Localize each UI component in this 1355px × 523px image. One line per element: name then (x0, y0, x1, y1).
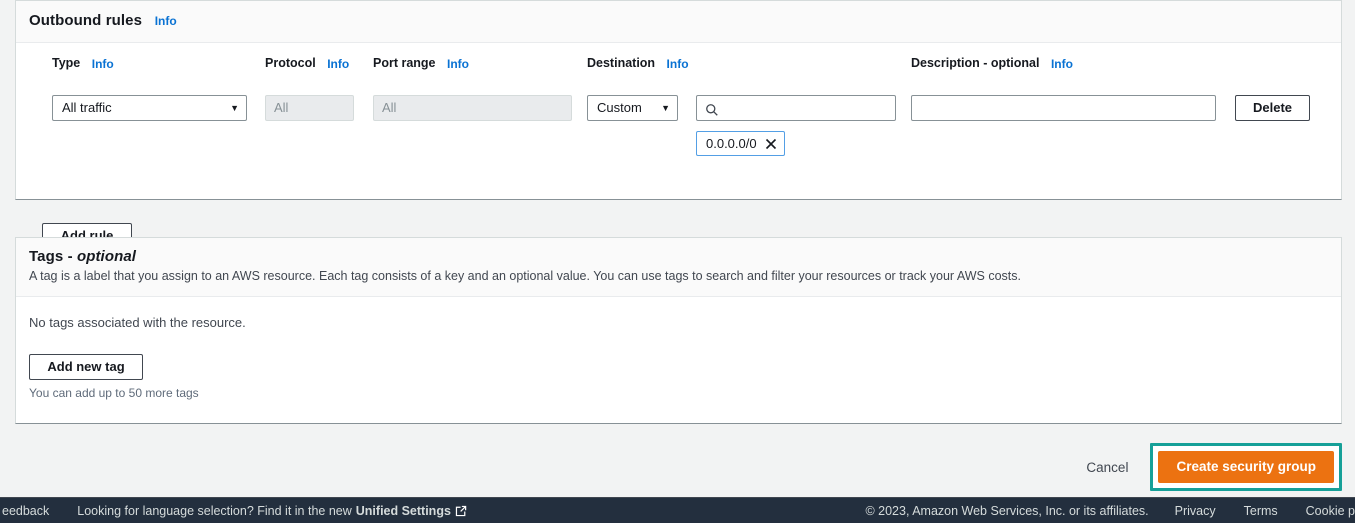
column-header-type: Type Info (52, 56, 114, 71)
tags-title-row: Tags - optional (29, 248, 1328, 265)
destination-search-input[interactable] (696, 95, 896, 122)
terms-link[interactable]: Terms (1244, 504, 1278, 518)
copyright-text: © 2023, Amazon Web Services, Inc. or its… (865, 503, 1149, 518)
language-notice: Looking for language selection? Find it … (77, 504, 467, 518)
search-icon (705, 101, 719, 125)
cancel-button[interactable]: Cancel (1076, 454, 1138, 481)
destination-kind-value: Custom (597, 100, 642, 116)
tags-title-text: Tags - (29, 248, 77, 266)
footer-right: © 2023, Amazon Web Services, Inc. or its… (865, 504, 1355, 518)
port-range-value: All (382, 100, 397, 116)
create-security-group-button[interactable]: Create security group (1158, 451, 1334, 483)
close-icon[interactable] (765, 138, 777, 150)
tags-card: Tags - optional A tag is a label that yo… (15, 237, 1342, 424)
outbound-rules-info-link[interactable]: Info (155, 14, 177, 28)
delete-rule-button[interactable]: Delete (1235, 95, 1310, 122)
submit-highlight-ring: Create security group (1150, 443, 1342, 491)
external-link-icon[interactable] (455, 505, 467, 517)
outbound-rules-title: Outbound rules (29, 12, 143, 30)
tags-body: No tags associated with the resource. Ad… (16, 297, 1341, 413)
form-action-bar: Cancel Create security group (0, 437, 1355, 497)
unified-settings-link[interactable]: Unified Settings (356, 504, 451, 518)
column-header-description: Description - optional Info (911, 56, 1073, 71)
cookie-preferences-link[interactable]: Cookie p (1306, 504, 1355, 518)
destination-kind-select[interactable]: Custom ▼ (587, 95, 678, 122)
protocol-info-link[interactable]: Info (327, 57, 349, 71)
type-select[interactable]: All traffic ▼ (52, 95, 247, 122)
column-header-type-label: Type (52, 56, 81, 71)
tags-header: Tags - optional A tag is a label that yo… (16, 238, 1341, 297)
chevron-down-icon: ▼ (230, 102, 239, 113)
type-info-link[interactable]: Info (92, 57, 114, 71)
column-header-protocol: Protocol Info (265, 56, 349, 71)
column-header-port-range-label: Port range (373, 56, 436, 71)
column-header-protocol-label: Protocol (265, 56, 316, 71)
outbound-rules-grid: Type Info Protocol Info Port range Info … (29, 56, 1328, 250)
port-range-input: All (373, 95, 572, 122)
tags-description: A tag is a label that you assign to an A… (29, 269, 1021, 284)
footer-left: eedback Looking for language selection? … (0, 504, 865, 518)
description-info-link[interactable]: Info (1051, 57, 1073, 71)
port-range-info-link[interactable]: Info (447, 57, 469, 71)
protocol-input: All (265, 95, 354, 122)
column-header-destination: Destination Info (587, 56, 689, 71)
tags-limit-hint: You can add up to 50 more tags (29, 385, 199, 400)
description-input[interactable] (911, 95, 1216, 122)
outbound-rules-body: Type Info Protocol Info Port range Info … (16, 43, 1341, 250)
privacy-link[interactable]: Privacy (1175, 504, 1216, 518)
outbound-rules-card: Outbound rules Info Type Info Protocol I… (15, 0, 1342, 250)
column-header-destination-label: Destination (587, 56, 656, 71)
tags-empty-message: No tags associated with the resource. (29, 314, 246, 330)
chevron-down-icon: ▼ (661, 102, 670, 113)
destination-info-link[interactable]: Info (667, 57, 689, 71)
tags-title-optional: optional (76, 248, 137, 266)
type-select-value: All traffic (62, 100, 112, 116)
tags-title: Tags - optional (29, 248, 136, 265)
page-footer: eedback Looking for language selection? … (0, 497, 1355, 523)
feedback-link[interactable]: eedback (0, 504, 57, 518)
column-header-port-range: Port range Info (373, 56, 469, 71)
protocol-value: All (274, 100, 289, 116)
destination-token[interactable]: 0.0.0.0/0 (696, 131, 785, 157)
column-header-description-label: Description - optional (911, 56, 1040, 71)
destination-token-label: 0.0.0.0/0 (706, 136, 757, 152)
language-notice-text: Looking for language selection? Find it … (77, 503, 352, 518)
add-new-tag-button[interactable]: Add new tag (29, 353, 143, 380)
outbound-rules-header: Outbound rules Info (16, 1, 1341, 44)
